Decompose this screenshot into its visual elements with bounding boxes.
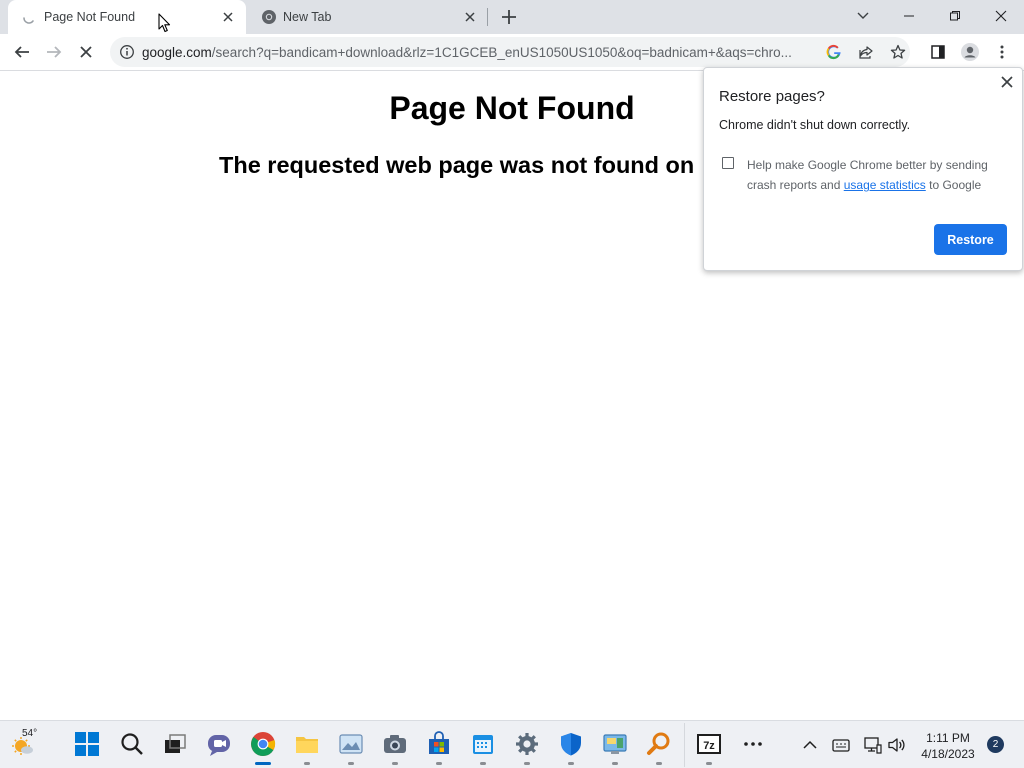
forward-button[interactable] xyxy=(42,40,66,64)
share-icon[interactable] xyxy=(858,44,874,60)
tab-separator xyxy=(487,8,488,26)
windows-taskbar: 54° 7z 1:11 PM 4/18/2023 2 xyxy=(0,720,1024,768)
new-tab-plus-icon[interactable] xyxy=(499,7,519,27)
microsoft-store-icon[interactable] xyxy=(426,731,452,757)
windows-start-icon[interactable] xyxy=(74,731,100,757)
weather-widget[interactable]: 54° xyxy=(8,721,48,768)
close-dialog-icon[interactable] xyxy=(1000,75,1014,89)
url-path: /search?q=bandicam+download&rlz=1C1GCEB_… xyxy=(211,45,792,60)
site-info-icon[interactable] xyxy=(119,44,135,60)
windows-security-shield-icon[interactable] xyxy=(558,731,584,757)
settings-running-indicator xyxy=(524,762,530,765)
search-icon[interactable] xyxy=(119,731,145,757)
clock-date: 4/18/2023 xyxy=(921,747,975,761)
network-icon[interactable] xyxy=(863,735,883,755)
tab-title: New Tab xyxy=(283,10,332,24)
more-apps-ellipsis-icon[interactable] xyxy=(740,731,766,757)
side-panel-icon xyxy=(931,45,945,59)
google-lens-icon[interactable] xyxy=(826,44,842,60)
clock-time: 1:11 PM xyxy=(926,731,970,745)
photos-running-indicator xyxy=(348,762,354,765)
url-host: google.com xyxy=(142,45,212,60)
screen: Page Not Found New Tab google.com/search… xyxy=(0,0,1024,768)
chrome-icon xyxy=(262,10,276,24)
forward-arrow-icon xyxy=(47,46,62,58)
minimize-button[interactable] xyxy=(896,4,922,28)
loading-spinner-icon xyxy=(23,17,34,24)
side-panel-button[interactable] xyxy=(926,40,950,64)
control-panel-icon[interactable] xyxy=(602,731,628,757)
tab-strip: Page Not Found New Tab xyxy=(0,0,1024,34)
chrome-menu-button[interactable] xyxy=(990,40,1014,64)
close-window-button[interactable] xyxy=(988,4,1014,28)
dialog-title: Restore pages? xyxy=(719,88,825,105)
tab-search-button[interactable] xyxy=(850,4,876,28)
control-panel-running-indicator xyxy=(612,762,618,765)
stop-loading-button[interactable] xyxy=(74,40,98,64)
restore-button[interactable]: Restore xyxy=(934,224,1007,255)
browser-toolbar: google.com/search?q=bandicam+download&rl… xyxy=(0,34,1024,71)
7zip-running-indicator xyxy=(706,762,712,765)
url-text[interactable]: google.com/search?q=bandicam+download&rl… xyxy=(142,45,810,60)
photos-icon[interactable] xyxy=(338,731,364,757)
file-explorer-icon[interactable] xyxy=(294,731,320,757)
teams-chat-icon[interactable] xyxy=(206,731,232,757)
weather-temperature: 54° xyxy=(22,728,38,739)
chevron-up-icon[interactable] xyxy=(800,735,820,755)
close-tab-icon[interactable] xyxy=(462,9,478,25)
stop-x-icon xyxy=(80,46,92,58)
chevron-down-icon xyxy=(857,12,869,19)
three-dots-vertical-icon xyxy=(1000,45,1004,59)
chrome-taskbar-icon[interactable] xyxy=(250,731,276,757)
magnifier-running-indicator xyxy=(656,762,662,765)
minimize-icon xyxy=(904,15,914,17)
notification-badge[interactable]: 2 xyxy=(987,736,1004,753)
calendar-running-indicator xyxy=(480,762,486,765)
page-message: The requested web page was not found on xyxy=(219,152,695,178)
profile-button[interactable] xyxy=(958,40,982,64)
close-tab-icon[interactable] xyxy=(220,9,236,25)
close-icon xyxy=(995,10,1007,22)
volume-icon[interactable] xyxy=(887,735,907,755)
restore-window-button[interactable] xyxy=(942,4,968,28)
7zip-icon[interactable]: 7z xyxy=(696,731,722,757)
camera-running-indicator xyxy=(392,762,398,765)
address-bar[interactable]: google.com/search?q=bandicam+download&rl… xyxy=(110,37,910,67)
back-button[interactable] xyxy=(10,40,34,64)
crash-reports-checkbox[interactable] xyxy=(722,157,734,169)
explorer-running-indicator xyxy=(304,762,310,765)
restore-window-icon xyxy=(950,11,960,21)
magnifier-tool-icon[interactable] xyxy=(646,731,672,757)
profile-avatar-icon xyxy=(961,43,979,61)
input-indicator-icon[interactable] xyxy=(831,735,851,755)
calendar-icon[interactable] xyxy=(470,731,496,757)
settings-gear-icon[interactable] xyxy=(514,731,540,757)
crash-reports-text-end: to Google xyxy=(929,178,982,192)
usage-statistics-link[interactable]: usage statistics xyxy=(844,178,926,192)
back-arrow-icon xyxy=(14,46,29,58)
system-clock[interactable]: 1:11 PM 4/18/2023 xyxy=(913,730,983,762)
tab-title: Page Not Found xyxy=(44,10,136,24)
task-view-icon[interactable] xyxy=(162,731,188,757)
chrome-running-indicator xyxy=(255,762,271,765)
security-running-indicator xyxy=(568,762,574,765)
bookmark-star-icon[interactable] xyxy=(890,44,906,60)
tab-page-not-found[interactable]: Page Not Found xyxy=(8,0,246,34)
tab-new-tab[interactable]: New Tab xyxy=(248,0,488,34)
store-running-indicator xyxy=(436,762,442,765)
svg-text:7z: 7z xyxy=(703,740,715,752)
camera-icon[interactable] xyxy=(382,731,408,757)
dialog-message: Chrome didn't shut down correctly. xyxy=(719,118,911,132)
taskbar-divider xyxy=(684,723,685,767)
mouse-cursor-icon xyxy=(158,13,171,33)
crash-reports-label: Help make Google Chrome better by sendin… xyxy=(747,155,1007,195)
restore-pages-dialog: Restore pages? Chrome didn't shut down c… xyxy=(703,67,1023,271)
